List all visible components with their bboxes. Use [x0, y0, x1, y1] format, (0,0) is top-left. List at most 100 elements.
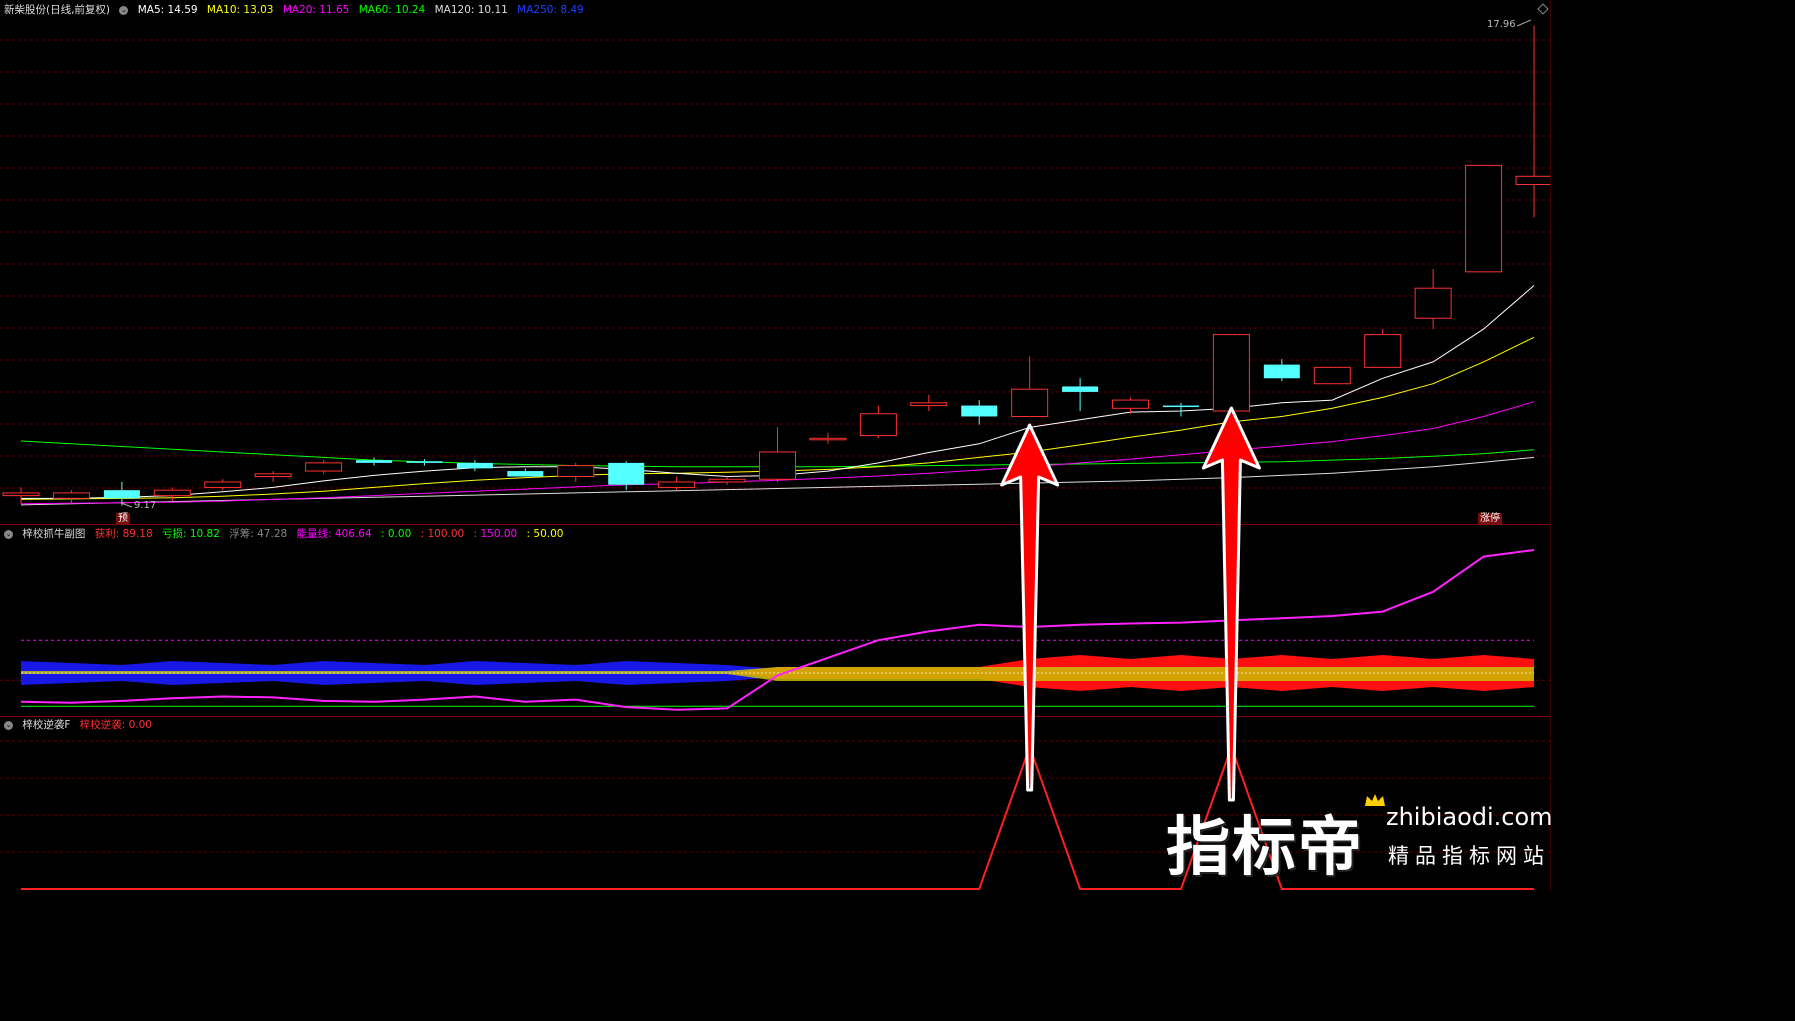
candle-body: [2, 492, 40, 497]
candle: [204, 479, 242, 491]
candle-body: [1515, 175, 1550, 185]
candle: [608, 461, 645, 491]
candle-body: [103, 490, 140, 499]
high-marker: [1516, 19, 1532, 27]
candle: [305, 460, 343, 474]
chevron-down-icon[interactable]: ⌄: [119, 5, 129, 15]
chevron-down-icon[interactable]: ⌄: [4, 720, 13, 730]
candle: [1313, 366, 1351, 385]
candle-body: [961, 405, 998, 417]
candle: [1515, 25, 1550, 218]
candle-body: [1162, 405, 1199, 408]
candle: [708, 476, 746, 485]
candle-body: [1263, 364, 1300, 379]
candle-body: [406, 461, 443, 463]
candle-body: [254, 473, 292, 478]
candle-body: [1414, 287, 1452, 319]
candle: [658, 476, 696, 491]
limit-up-tag: 涨停: [1478, 513, 1502, 525]
ref150-label: : 150.00: [473, 528, 518, 540]
stock-title: 新柴股份(日线,前复权): [4, 4, 111, 16]
right-scrollbar[interactable]: [1550, 0, 1569, 892]
candle-body: [1011, 388, 1049, 417]
candle-body: [708, 478, 746, 483]
candle-body: [1313, 366, 1351, 385]
candle-body: [356, 460, 393, 463]
high-price-label: 17.96: [1487, 19, 1516, 30]
reversal-value-label: 梓校逆袭: 0.00: [79, 719, 152, 731]
candle-body: [1364, 334, 1402, 368]
candle: [557, 462, 595, 482]
candle: [356, 457, 393, 466]
price-chart[interactable]: [0, 0, 1550, 525]
candle-body: [809, 437, 847, 441]
candle-body: [1212, 334, 1250, 412]
candle-body: [557, 465, 595, 478]
candle: [1162, 402, 1199, 417]
candle-body: [204, 481, 242, 488]
candle-body: [153, 489, 191, 497]
candle: [1011, 356, 1049, 417]
ref0-label: : 0.00: [381, 528, 412, 540]
candle: [456, 460, 493, 472]
forecast-tag: 预: [116, 513, 130, 525]
candle: [1062, 378, 1099, 412]
loss-label: 亏损: 10.82: [161, 528, 220, 540]
ref100-label: : 100.00: [420, 528, 465, 540]
candle-body: [608, 462, 645, 485]
bull-indicator-chart[interactable]: [0, 525, 1550, 717]
ma10-label: MA10: 13.03: [206, 4, 274, 16]
candle-body: [759, 451, 796, 480]
chevron-down-icon[interactable]: ⌄: [4, 529, 13, 539]
ma120-label: MA120: 10.11: [434, 4, 508, 16]
sub-chart-bull[interactable]: ⌄ 梓校抓牛副图 获利: 89.18 亏损: 10.82 浮筹: 47.28 能…: [0, 525, 1550, 717]
candle: [1263, 359, 1300, 381]
ma250-label: MA250: 8.49: [517, 4, 584, 16]
candle: [961, 400, 998, 425]
candle: [1465, 164, 1503, 273]
profit-label: 获利: 89.18: [94, 528, 153, 540]
candle-body: [1112, 399, 1150, 409]
candle: [809, 432, 847, 444]
energy-label: 能量线: 406.64: [296, 528, 372, 540]
candle: [1414, 269, 1452, 330]
sub2-header: ⌄ 梓校逆袭F 梓校逆袭: 0.00: [4, 718, 158, 732]
candle: [406, 459, 443, 466]
candle: [910, 394, 948, 412]
watermark-url: zhibiaodi.com: [1386, 803, 1553, 831]
watermark-brand: 指标帝: [1166, 811, 1364, 885]
candle: [52, 490, 90, 504]
float-label: 浮筹: 47.28: [229, 528, 288, 540]
low-price-label: 9.17: [134, 500, 157, 511]
candle-body: [52, 492, 90, 499]
main-header: 新柴股份(日线,前复权) ⌄ MA5: 14.59 MA10: 13.03 MA…: [4, 3, 590, 17]
candle-body: [456, 462, 493, 469]
candle-body: [1062, 386, 1099, 392]
main-price-panel[interactable]: 新柴股份(日线,前复权) ⌄ MA5: 14.59 MA10: 13.03 MA…: [0, 0, 1550, 525]
candle-body: [658, 481, 696, 488]
ma20-label: MA20: 11.65: [282, 4, 350, 16]
low-marker: [120, 502, 133, 508]
sub2-title: 梓校逆袭F: [22, 719, 71, 731]
candle-body: [507, 471, 544, 477]
candle: [759, 427, 796, 482]
candle: [254, 471, 292, 482]
candle: [1364, 329, 1402, 368]
candle-body: [305, 462, 343, 472]
candle: [859, 405, 897, 439]
watermark-slogan: 精品指标网站: [1388, 844, 1550, 868]
sub1-title: 梓校抓牛副图: [22, 528, 86, 540]
crown-icon: [1365, 794, 1385, 806]
candle: [507, 468, 544, 477]
candle: [2, 487, 40, 504]
candle-body: [910, 402, 948, 407]
ref50-label: : 50.00: [526, 528, 564, 540]
ma60-label: MA60: 10.24: [358, 4, 426, 16]
ma5-label: MA5: 14.59: [137, 4, 198, 16]
candle-body: [1465, 164, 1503, 273]
candle: [1212, 334, 1250, 412]
candle-body: [859, 413, 897, 437]
candle: [153, 487, 191, 502]
sub1-header: ⌄ 梓校抓牛副图 获利: 89.18 亏损: 10.82 浮筹: 47.28 能…: [4, 527, 569, 541]
candle: [1112, 397, 1150, 414]
